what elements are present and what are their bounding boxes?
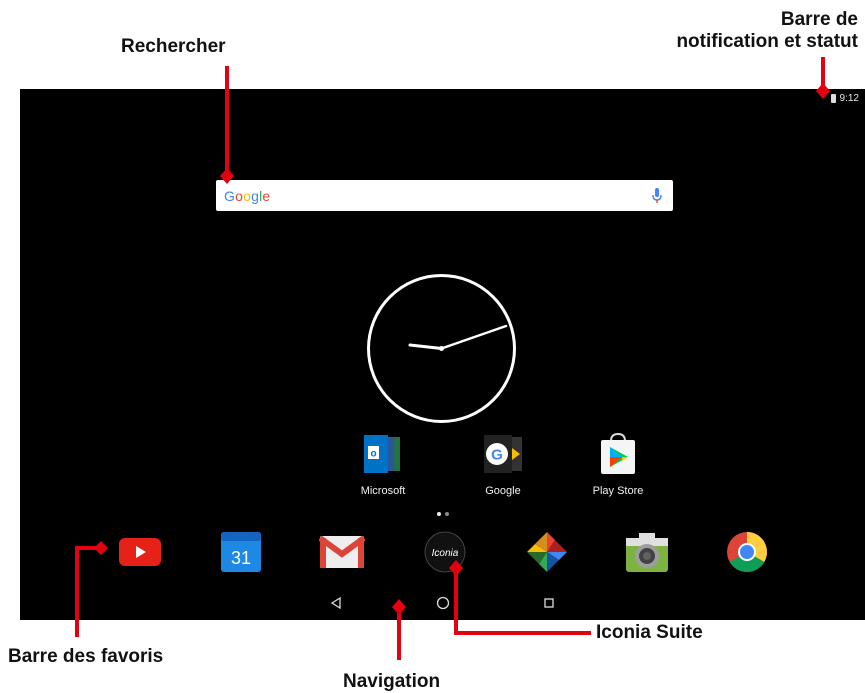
recents-icon[interactable] — [537, 591, 561, 615]
navigation-callout: Navigation — [343, 671, 441, 692]
status-bar[interactable]: 9:12 — [830, 91, 859, 105]
status-bar-callout: Barre de notification et statut — [598, 9, 858, 53]
navigation-bar — [20, 587, 865, 617]
iconia-label: Iconia — [432, 548, 459, 559]
clock-widget[interactable] — [366, 273, 517, 424]
photos-icon[interactable] — [524, 529, 570, 575]
search-callout: Rechercher — [121, 36, 226, 57]
page-dot-active — [437, 512, 441, 516]
app-play-store[interactable]: Play Store — [578, 431, 658, 497]
google-search-bar[interactable]: Google — [216, 180, 673, 211]
google-logo: Google — [224, 187, 271, 204]
svg-text:o: o — [370, 449, 376, 460]
mic-icon[interactable] — [651, 187, 663, 205]
play-store-icon — [595, 431, 641, 477]
calendar-day: 31 — [231, 548, 251, 568]
app-microsoft[interactable]: o Microsoft — [343, 431, 423, 497]
app-google[interactable]: G Google — [463, 431, 543, 497]
battery-icon — [830, 93, 836, 103]
camera-icon[interactable] — [624, 529, 670, 575]
iconia-suite-callout: Iconia Suite — [596, 622, 703, 643]
app-label: Play Store — [592, 485, 644, 497]
page-dot — [445, 512, 449, 516]
favorites-bar: 31 Iconia — [20, 529, 865, 579]
page-indicator — [437, 512, 449, 516]
app-label: Microsoft — [360, 485, 406, 497]
back-icon[interactable] — [324, 591, 348, 615]
calendar-icon[interactable]: 31 — [218, 529, 264, 575]
iconia-icon[interactable]: Iconia — [422, 529, 468, 575]
chrome-icon[interactable] — [724, 529, 770, 575]
gmail-icon[interactable] — [319, 529, 365, 575]
favorites-callout: Barre des favoris — [8, 646, 164, 667]
youtube-icon[interactable] — [117, 529, 163, 575]
status-callout-line1: Barre de — [780, 9, 858, 30]
tablet-screen: 9:12 Google o Microsoft G Google Play St… — [20, 89, 865, 620]
svg-text:G: G — [491, 447, 503, 464]
status-time: 9:12 — [839, 92, 859, 104]
status-callout-line2: notification et statut — [676, 31, 858, 52]
google-folder-icon: G — [480, 431, 526, 477]
app-label: Google — [485, 485, 521, 497]
microsoft-folder-icon: o — [360, 431, 406, 477]
home-icon[interactable] — [431, 591, 455, 615]
